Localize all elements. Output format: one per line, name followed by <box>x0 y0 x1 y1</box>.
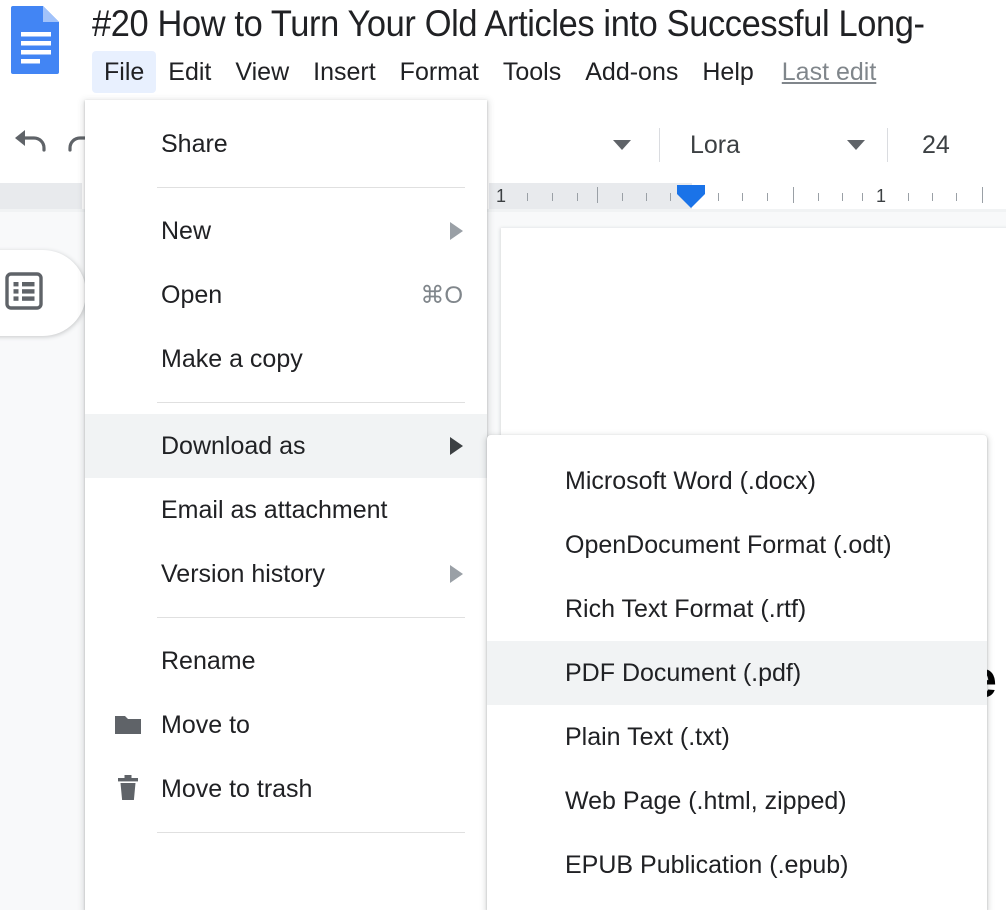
menu-help[interactable]: Help <box>690 51 765 93</box>
menu-view[interactable]: View <box>223 51 301 93</box>
file-menu-item-email-as-attachment[interactable]: Email as attachment <box>85 478 487 542</box>
ruler-number-left: 1 <box>496 186 507 206</box>
font-size-label: 24 <box>922 130 950 159</box>
folder-icon <box>113 710 143 740</box>
last-edit-link[interactable]: Last edit <box>782 57 877 87</box>
file-menu-label: Download as <box>161 431 306 460</box>
chevron-right-icon <box>450 222 463 240</box>
undo-icon[interactable] <box>8 122 52 162</box>
menu-add-ons[interactable]: Add-ons <box>573 51 690 93</box>
file-menu-item-make-a-copy[interactable]: Make a copy <box>85 327 487 391</box>
file-menu-label: Share <box>161 129 228 158</box>
menu-edit[interactable]: Edit <box>156 51 223 93</box>
submenu-label: Web Page (.html, zipped) <box>565 786 847 815</box>
file-menu-item-share[interactable]: Share <box>85 112 487 176</box>
file-menu-label: Email as attachment <box>161 495 388 524</box>
toolbar-divider <box>887 128 888 162</box>
submenu-label: PDF Document (.pdf) <box>565 658 802 687</box>
menu-insert[interactable]: Insert <box>301 51 388 93</box>
submenu-item-plain-text[interactable]: Plain Text (.txt) <box>487 705 987 769</box>
file-menu-shortcut: ⌘O <box>420 281 463 309</box>
document-outline-panel[interactable] <box>0 250 86 336</box>
chevron-down-icon <box>847 140 865 150</box>
file-menu-panel: Share New Open ⌘O Make a copy Download a… <box>85 100 487 910</box>
menu-tools[interactable]: Tools <box>491 51 573 93</box>
document-title-bar[interactable]: #20 How to Turn Your Old Articles into S… <box>92 0 1006 48</box>
file-menu-item-rename[interactable]: Rename <box>85 629 487 693</box>
submenu-label: EPUB Publication (.epub) <box>565 850 849 879</box>
file-menu-item-move-to-trash[interactable]: Move to trash <box>85 757 487 821</box>
menu-file[interactable]: File <box>92 51 157 93</box>
chevron-right-icon <box>450 565 463 583</box>
submenu-label: Rich Text Format (.rtf) <box>565 594 807 623</box>
file-menu-item-version-history[interactable]: Version history <box>85 542 487 606</box>
trash-icon <box>113 774 143 804</box>
menu-separator <box>157 402 465 403</box>
file-menu-label: Version history <box>161 559 325 588</box>
ruler-number-right: 1 <box>876 186 887 206</box>
menu-separator <box>157 187 465 188</box>
file-menu-label: Rename <box>161 646 256 675</box>
file-menu-label: Make a copy <box>161 344 303 373</box>
submenu-label: Plain Text (.txt) <box>565 722 730 751</box>
chevron-down-icon <box>613 140 631 150</box>
menu-separator <box>157 832 465 833</box>
submenu-item-rich-text-format[interactable]: Rich Text Format (.rtf) <box>487 577 987 641</box>
font-size-selector[interactable]: 24 <box>910 125 1000 165</box>
google-docs-window: ) e n g #20 How to Turn Your Old Article… <box>0 0 1006 910</box>
file-menu-item-open[interactable]: Open ⌘O <box>85 263 487 327</box>
file-menu-label: Move to trash <box>161 774 313 803</box>
file-menu-label: Move to <box>161 710 250 739</box>
file-menu-label: Open <box>161 280 223 309</box>
page-title[interactable]: #20 How to Turn Your Old Articles into S… <box>92 0 925 48</box>
toolbar-divider <box>659 128 660 162</box>
menu-bar: File Edit View Insert Format Tools Add-o… <box>92 50 1006 94</box>
google-docs-icon[interactable] <box>8 4 64 76</box>
font-family-label: Lora <box>690 130 741 159</box>
submenu-item-web-page[interactable]: Web Page (.html, zipped) <box>487 769 987 833</box>
file-menu-item-new[interactable]: New <box>85 199 487 263</box>
menu-format[interactable]: Format <box>388 51 491 93</box>
submenu-item-microsoft-word[interactable]: Microsoft Word (.docx) <box>487 449 987 513</box>
submenu-label: OpenDocument Format (.odt) <box>565 530 892 559</box>
submenu-item-pdf-document[interactable]: PDF Document (.pdf) <box>487 641 987 705</box>
submenu-item-epub-publication[interactable]: EPUB Publication (.epub) <box>487 833 987 897</box>
menu-separator <box>157 617 465 618</box>
submenu-item-opendocument[interactable]: OpenDocument Format (.odt) <box>487 513 987 577</box>
download-as-submenu: Microsoft Word (.docx) OpenDocument Form… <box>487 435 987 910</box>
font-family-selector[interactable]: Lora <box>668 125 888 165</box>
submenu-label: Microsoft Word (.docx) <box>565 466 816 495</box>
file-menu-label: New <box>161 216 212 245</box>
chevron-right-icon <box>450 437 463 455</box>
file-menu-item-download-as[interactable]: Download as <box>85 414 487 478</box>
document-outline-icon[interactable] <box>4 271 44 316</box>
file-menu-item-move-to[interactable]: Move to <box>85 693 487 757</box>
